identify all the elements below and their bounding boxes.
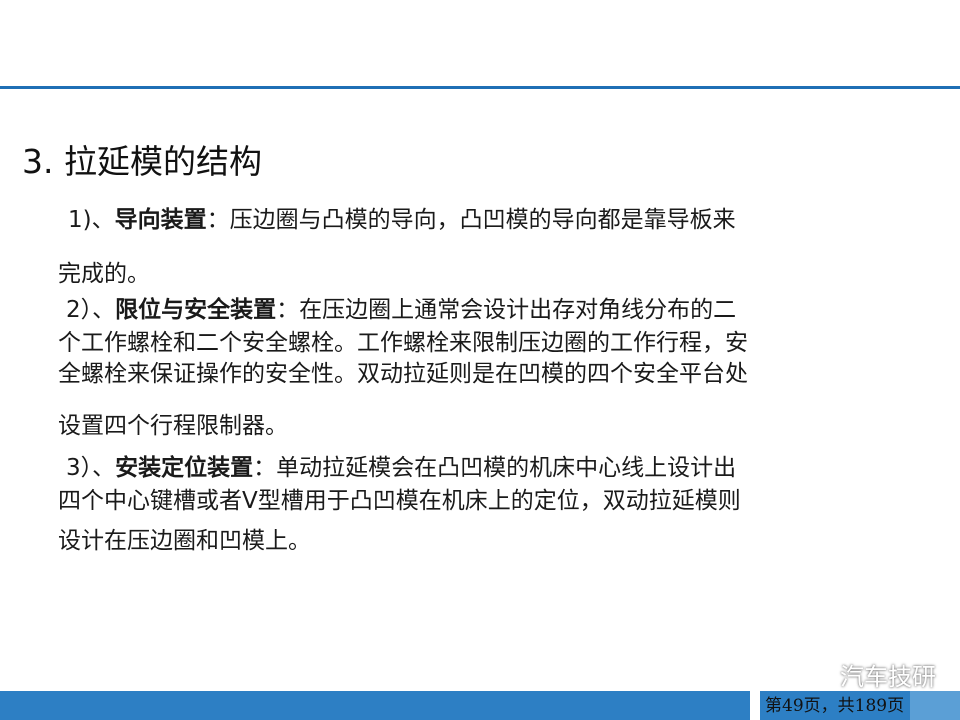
page-number: 第49页，共189页 [765,696,905,716]
section-text: 单动拉延模会在凸凹模的机床中心线上设计出 [276,455,737,481]
section-text: 压边圈与凸模的导向，凸凹模的导向都是靠导板来 [229,207,736,233]
section-colon: ： [253,455,277,481]
section-heading: 安装定位装置 [115,455,254,481]
section-text: 在压边圈上通常会设计出存对角线分布的二 [299,297,737,323]
footer-bar [0,691,750,720]
footer-accent [910,691,960,720]
wechat-icon [800,664,832,689]
section-heading: 导向装置 [114,207,207,233]
section-line: 四个中心键槽或者V型槽用于凸凹模在机床上的定位，双动拉延模则 [58,488,741,514]
slide-title: 3. 拉延模的结构 [22,142,262,181]
section-number: 2）、 [66,297,116,323]
section-line: 3）、安装定位装置：单动拉延模会在凸凹模的机床中心线上设计出 [58,450,868,486]
footer-divider [750,691,760,720]
section-line: 完成的。 [58,261,150,287]
header-rule [0,86,960,89]
section-line: 设计在压边圈和凹模上。 [58,528,311,554]
section-number: 1)、 [68,207,115,233]
section-limit-safety-device: 2）、限位与安全装置：在压边圈上通常会设计出存对角线分布的二 个工作螺栓和二个安… [58,292,868,444]
section-colon: ： [206,207,230,233]
section-line: 设置四个行程限制器。 [58,413,288,439]
section-line: 2）、限位与安全装置：在压边圈上通常会设计出存对角线分布的二 [58,292,868,328]
section-colon: ： [276,297,300,323]
section-line: 个工作螺栓和二个安全螺栓。工作螺栓来限制压边圈的工作行程，安 [58,330,748,356]
section-line: 1)、导向装置：压边圈与凸模的导向，凸凹模的导向都是靠导板来 [58,202,868,238]
section-heading: 限位与安全装置 [115,297,277,323]
watermark-text: 汽车技研 [840,663,936,691]
section-mounting-positioning-device: 3）、安装定位装置：单动拉延模会在凸凹模的机床中心线上设计出 四个中心键槽或者V… [58,450,868,559]
section-number: 3）、 [66,455,116,481]
section-line: 全螺栓来保证操作的安全性。双动拉延则是在凹模的四个安全平台处 [58,361,748,387]
watermark: 汽车技研 [800,660,936,694]
section-guide-device: 1)、导向装置：压边圈与凸模的导向，凸凹模的导向都是靠导板来 完成的。 [58,202,868,292]
